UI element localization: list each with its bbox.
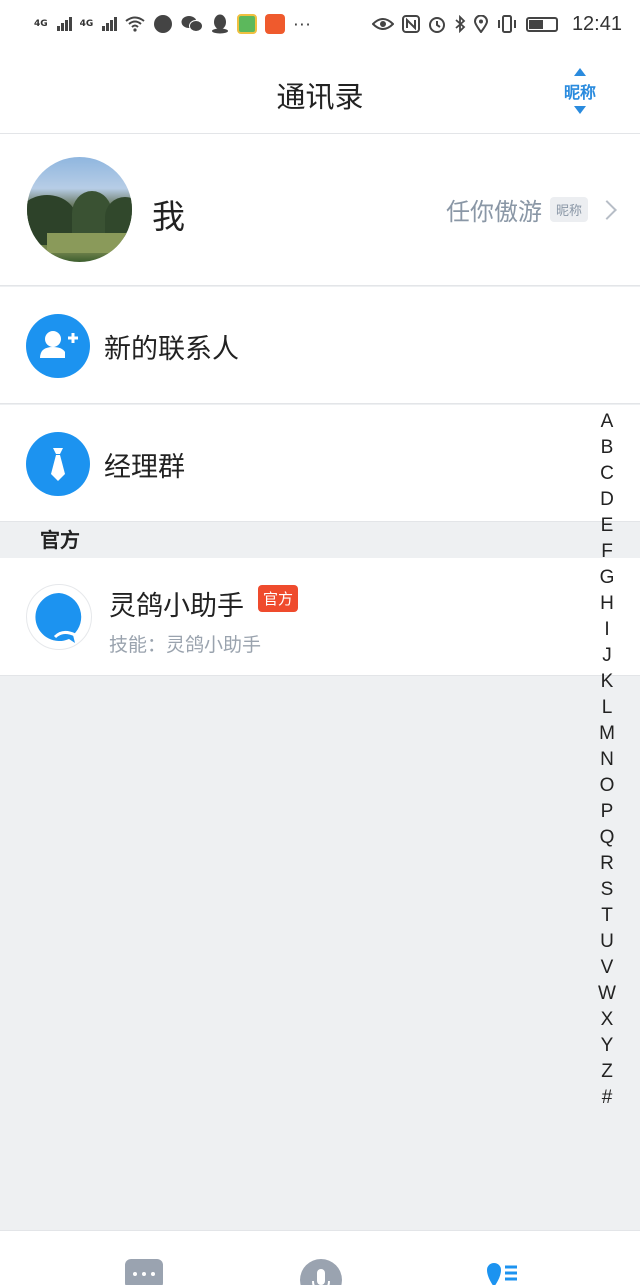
alphabet-index-letter[interactable]: T <box>601 903 613 929</box>
status-icons-left: 4G 4G ··· <box>34 14 312 34</box>
alphabet-index-letter[interactable]: A <box>601 409 614 435</box>
alphabet-index-letter[interactable]: U <box>600 929 614 955</box>
page-title: 通讯录 <box>276 80 364 114</box>
contacts-tab-icon[interactable] <box>485 1261 519 1285</box>
alphabet-index-letter[interactable]: I <box>604 617 609 643</box>
network-label-2: 4G <box>79 19 94 29</box>
alphabet-index-letter[interactable]: F <box>601 539 613 565</box>
alphabet-index-letter[interactable]: J <box>602 643 612 669</box>
sort-label: 昵称 <box>563 83 596 102</box>
manager-group-label: 经理群 <box>104 452 185 483</box>
app-orange-icon <box>265 14 286 34</box>
my-nickname: 任你傲游 <box>445 198 542 226</box>
chevron-right-icon <box>597 199 617 220</box>
alphabet-index-letter[interactable]: V <box>601 955 614 981</box>
assistant-contact-row[interactable]: 灵鸽小助手 官方 技能：灵鸽小助手 <box>0 558 640 676</box>
eye-icon <box>371 18 394 30</box>
alphabet-index-letter[interactable]: X <box>601 1007 614 1033</box>
assistant-name: 灵鸽小助手 <box>109 591 244 622</box>
sort-up-icon <box>574 68 586 76</box>
network-label: 4G <box>34 19 48 29</box>
chat-tab-icon[interactable] <box>125 1259 163 1285</box>
alphabet-index-letter[interactable]: M <box>599 721 615 747</box>
tie-icon <box>26 432 90 496</box>
alphabet-index-letter[interactable]: C <box>600 461 614 487</box>
alphabet-index-letter[interactable]: R <box>600 851 614 877</box>
bottom-tab-bar <box>0 1230 640 1285</box>
alphabet-index-letter[interactable]: L <box>602 695 613 721</box>
location-icon <box>473 15 488 33</box>
alphabet-index-letter[interactable]: B <box>601 435 614 461</box>
wechat-icon <box>181 16 204 32</box>
alphabet-index-letter[interactable]: P <box>601 799 614 825</box>
alphabet-index-letter[interactable]: N <box>600 747 614 773</box>
add-contact-icon <box>26 314 90 378</box>
alarm-icon <box>428 17 445 33</box>
alphabet-index-letter[interactable]: Q <box>600 825 615 851</box>
vibrate-icon <box>497 15 516 33</box>
status-bar: 4G 4G ··· 12:41 <box>0 0 640 48</box>
signal-icon <box>56 17 72 31</box>
voice-tab-icon[interactable] <box>300 1259 342 1285</box>
new-contacts-row[interactable]: 新的联系人 <box>0 287 640 404</box>
battery-icon <box>525 16 558 32</box>
alphabet-index-letter[interactable]: D <box>600 487 614 513</box>
nfc-icon <box>401 15 420 33</box>
my-profile-row[interactable]: 我 任你傲游 昵称 <box>0 134 640 286</box>
alphabet-index-letter[interactable]: S <box>601 877 614 903</box>
status-icons-right: 12:41 <box>371 12 622 36</box>
sort-down-icon <box>574 106 586 114</box>
alphabet-index-letter[interactable]: H <box>600 591 614 617</box>
alphabet-index-letter[interactable]: Y <box>601 1033 614 1059</box>
my-nickname-area: 任你傲游 昵称 <box>445 192 617 227</box>
assistant-avatar <box>26 584 92 650</box>
new-contacts-label: 新的联系人 <box>104 334 239 365</box>
manager-group-row[interactable]: 经理群 <box>0 405 640 522</box>
alphabet-index[interactable]: A B C D E F G H I J K L M N O P Q R S T U V W X Y Z # <box>594 409 620 1111</box>
qq-icon <box>212 14 229 34</box>
signal-icon-2 <box>102 17 118 31</box>
official-badge: 官方 <box>258 585 299 612</box>
bluetooth-icon <box>455 15 466 33</box>
alphabet-index-letter[interactable]: K <box>601 669 614 695</box>
clock: 12:41 <box>571 12 622 35</box>
nickname-tag: 昵称 <box>549 197 588 222</box>
alphabet-index-letter[interactable]: # <box>602 1085 613 1111</box>
wifi-icon <box>125 16 145 32</box>
assistant-skill: 技能：灵鸽小助手 <box>109 634 262 656</box>
avatar <box>27 157 132 262</box>
app-icon <box>154 15 173 33</box>
alphabet-index-letter[interactable]: O <box>600 773 615 799</box>
my-name: 我 <box>152 197 185 236</box>
app-green-icon <box>237 14 258 34</box>
alphabet-index-letter[interactable]: E <box>601 513 614 539</box>
more-icon: ··· <box>293 14 312 34</box>
alphabet-index-letter[interactable]: Z <box>601 1059 613 1085</box>
header-bar: 通讯录 昵称 <box>0 48 640 134</box>
sort-nickname-button[interactable]: 昵称 <box>560 66 600 116</box>
alphabet-index-letter[interactable]: G <box>600 565 615 591</box>
section-header-official: 官方 <box>0 522 640 558</box>
alphabet-index-letter[interactable]: W <box>598 981 616 1007</box>
